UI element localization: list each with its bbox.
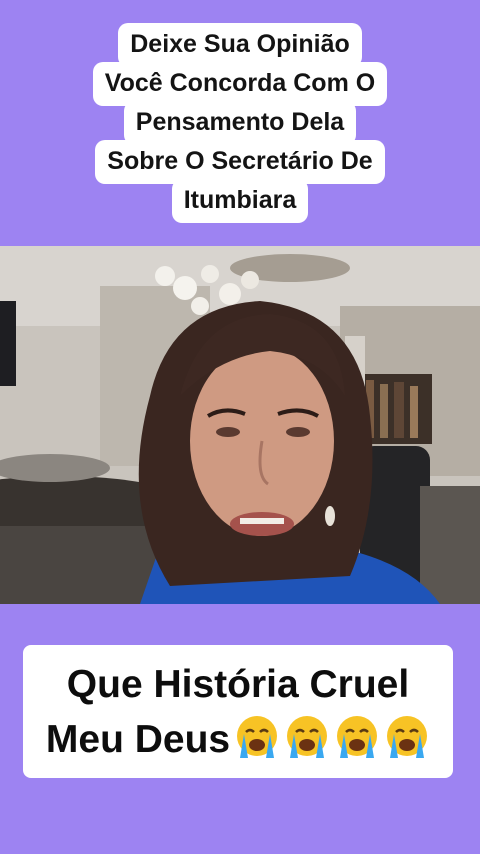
loudly-crying-face-icon xyxy=(237,716,278,758)
caption-line: Pensamento Dela xyxy=(123,101,357,145)
video-scene xyxy=(0,246,480,604)
caption-line: Itumbiara xyxy=(171,179,309,223)
loudly-crying-face-icon xyxy=(287,716,328,758)
loudly-crying-face-icon xyxy=(337,716,378,758)
caption-line: Meu Deus xyxy=(45,718,231,761)
emoji-row xyxy=(234,714,430,760)
bottom-caption: Que História Cruel Meu Deus xyxy=(23,645,453,778)
top-caption: Deixe Sua Opinião Você Concorda Com O Pe… xyxy=(66,23,414,223)
caption-line: Você Concorda Com O xyxy=(92,62,388,106)
caption-line: Que História Cruel xyxy=(66,663,410,706)
video-frame[interactable] xyxy=(0,246,480,604)
caption-line: Sobre O Secretário De xyxy=(95,140,385,184)
caption-line: Deixe Sua Opinião xyxy=(118,23,362,67)
loudly-crying-face-icon xyxy=(387,716,428,758)
